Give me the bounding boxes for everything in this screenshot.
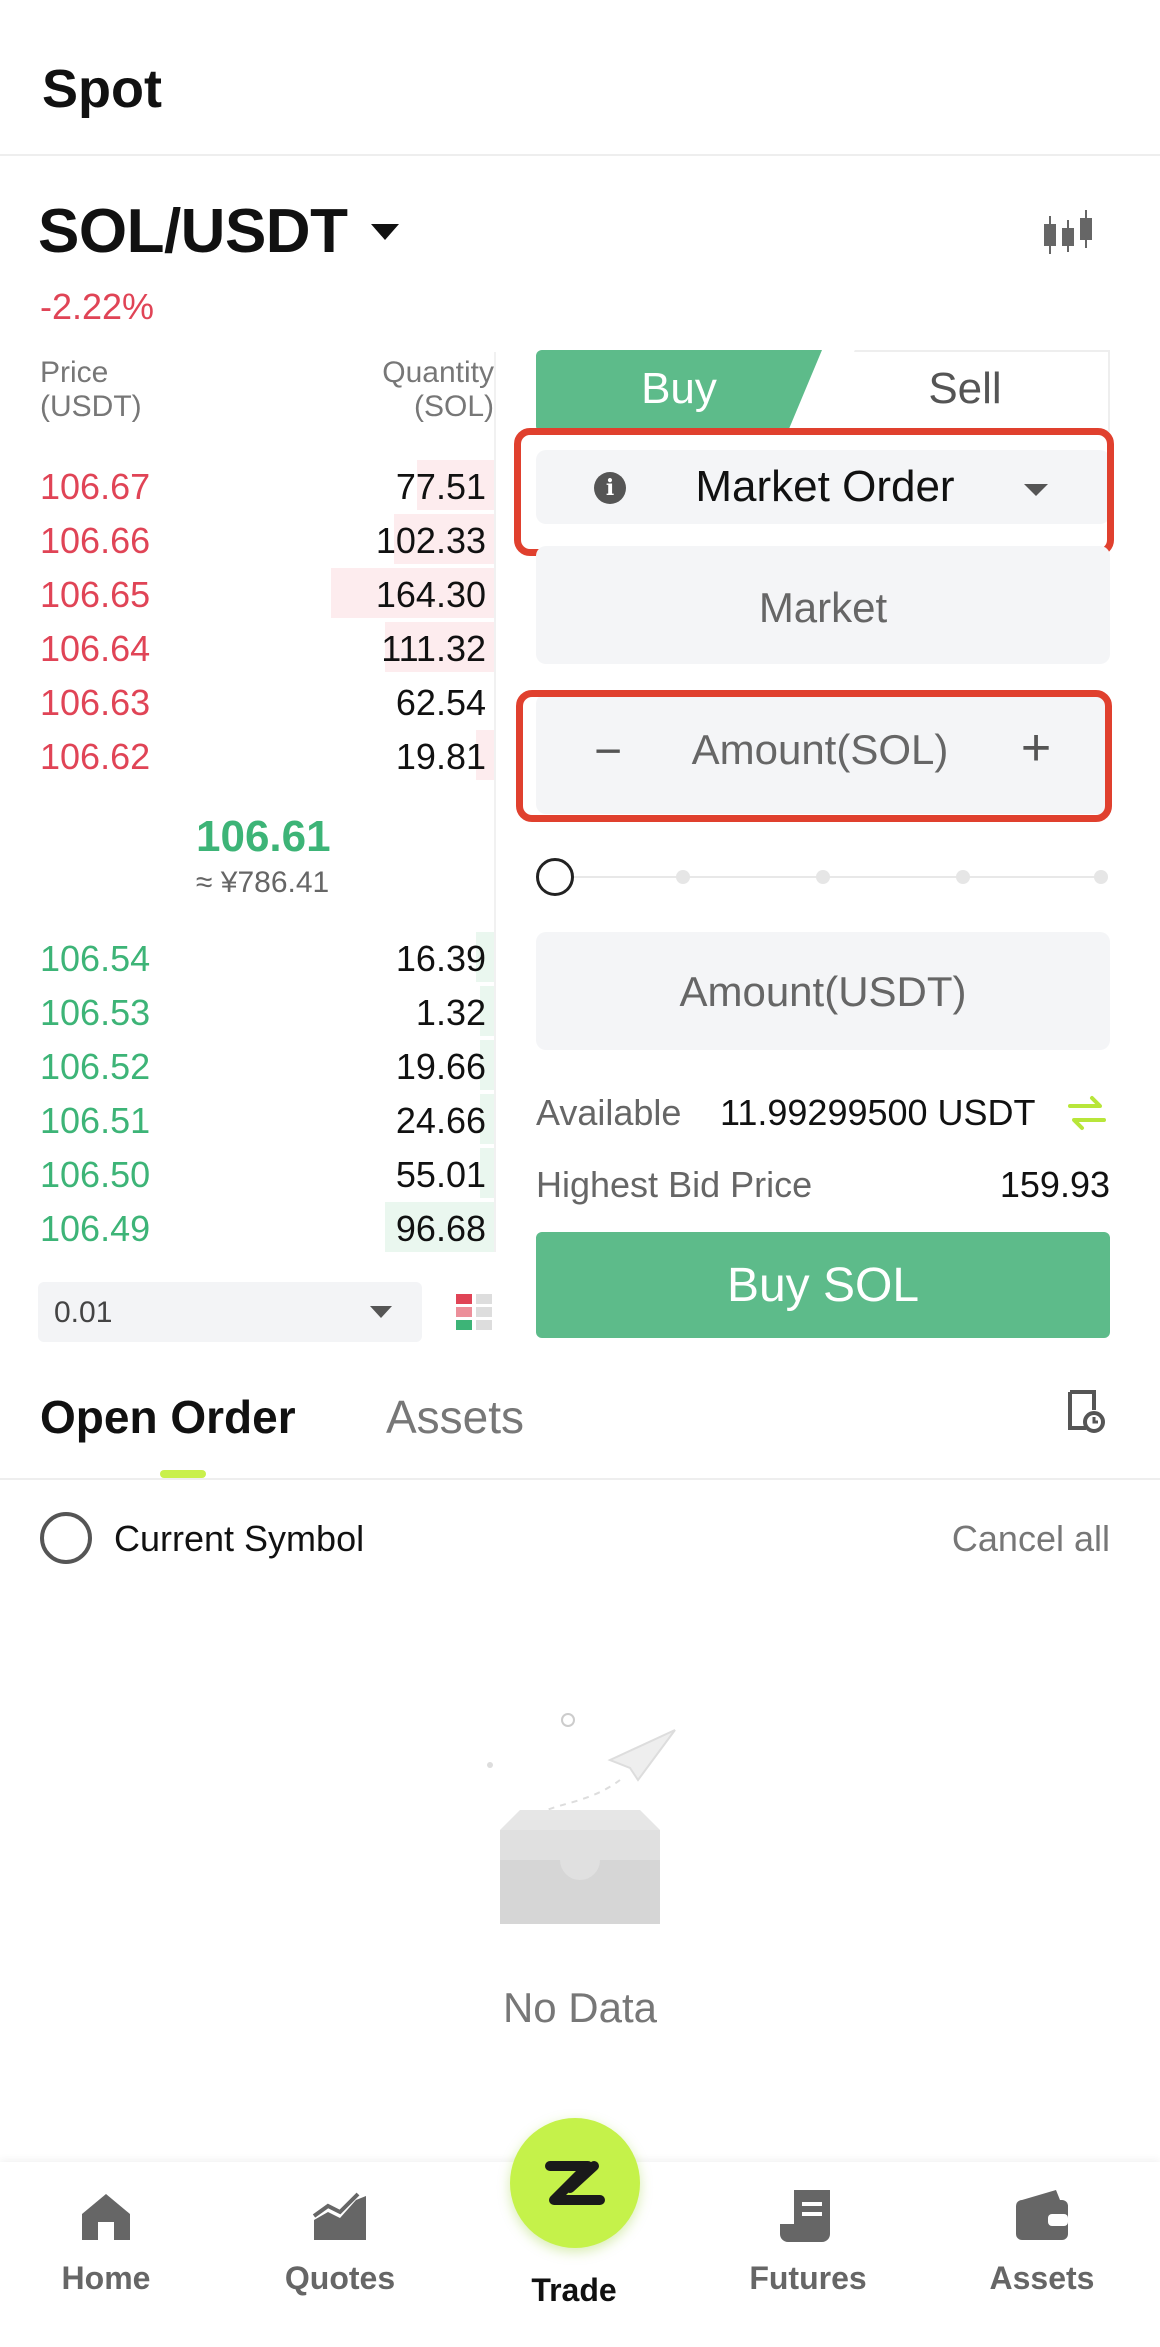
ask-price: 106.67 bbox=[40, 466, 151, 507]
bid-price: 106.52 bbox=[40, 1046, 151, 1087]
price-change: -2.22% bbox=[40, 286, 155, 327]
caret-down-icon bbox=[370, 1306, 392, 1318]
slider-step-75[interactable] bbox=[956, 870, 970, 884]
highest-bid-label: Highest Bid Price bbox=[536, 1164, 813, 1205]
ask-price: 106.63 bbox=[40, 682, 151, 723]
highest-bid-value: 159.93 bbox=[999, 1164, 1110, 1205]
bid-price: 106.53 bbox=[40, 992, 151, 1033]
pair-selector[interactable]: SOL/USDT bbox=[38, 196, 400, 267]
transfer-icon[interactable] bbox=[1066, 1092, 1108, 1134]
bid-row[interactable]: 106.51 24.66 bbox=[40, 1092, 494, 1146]
bid-quantity: 24.66 bbox=[395, 1100, 486, 1141]
slider-step-50[interactable] bbox=[816, 870, 830, 884]
last-price-cny: ≈ ¥786.41 bbox=[196, 866, 330, 899]
nav-quotes-label: Quotes bbox=[284, 2260, 396, 2296]
nav-trade-label: Trade bbox=[531, 2272, 617, 2308]
bid-price: 106.54 bbox=[40, 938, 151, 979]
nav-quotes[interactable]: Quotes bbox=[240, 2186, 440, 2297]
futures-icon bbox=[780, 2190, 830, 2242]
trade-logo-icon bbox=[545, 2161, 605, 2205]
page-title: Spot bbox=[42, 59, 162, 119]
ask-quantity: 102.33 bbox=[375, 520, 486, 561]
bid-quantity: 1.32 bbox=[415, 992, 486, 1033]
bid-row[interactable]: 106.54 16.39 bbox=[40, 930, 494, 984]
cancel-all-button[interactable]: Cancel all bbox=[900, 1518, 1110, 1560]
active-tab-indicator bbox=[160, 1470, 206, 1478]
slider-step-100[interactable] bbox=[1094, 870, 1108, 884]
ask-quantity: 77.51 bbox=[395, 466, 486, 507]
ask-quantity: 19.81 bbox=[395, 736, 486, 777]
bid-quantity: 55.01 bbox=[395, 1154, 486, 1195]
available-value: 11.99299500 USDT bbox=[720, 1092, 1036, 1133]
quantity-header-label: Quantity bbox=[382, 356, 494, 389]
quantity-column-header: Quantity (SOL) bbox=[294, 356, 494, 424]
quantity-header-unit: (SOL) bbox=[413, 390, 494, 423]
depth-precision-value: 0.01 bbox=[54, 1296, 113, 1329]
bid-price: 106.49 bbox=[40, 1208, 151, 1249]
price-header-unit: (USDT) bbox=[40, 390, 142, 423]
chart-icon bbox=[312, 2192, 366, 2240]
orderbook-layout-icon[interactable] bbox=[454, 1292, 494, 1332]
bid-row[interactable]: 106.52 19.66 bbox=[40, 1038, 494, 1092]
ask-row[interactable]: 106.62 19.81 bbox=[40, 728, 494, 782]
ask-quantity: 62.54 bbox=[395, 682, 486, 723]
available-label: Available bbox=[536, 1092, 682, 1133]
ask-price: 106.66 bbox=[40, 520, 151, 561]
caret-down-icon bbox=[371, 223, 400, 240]
amount-usdt-placeholder: Amount(USDT) bbox=[679, 968, 967, 1015]
ask-row[interactable]: 106.64 111.32 bbox=[40, 620, 494, 674]
nav-trade[interactable] bbox=[510, 2118, 640, 2248]
bid-quantity: 16.39 bbox=[395, 938, 486, 979]
ask-row[interactable]: 106.65 164.30 bbox=[40, 566, 494, 620]
empty-state-text: No Data bbox=[502, 1984, 658, 2031]
bid-price: 106.50 bbox=[40, 1154, 151, 1195]
bid-quantity: 96.68 bbox=[395, 1208, 486, 1249]
current-symbol-label: Current Symbol bbox=[114, 1518, 365, 1559]
ask-row[interactable]: 106.66 102.33 bbox=[40, 512, 494, 566]
price-mode-label: Market bbox=[758, 584, 888, 631]
tab-sell-label: Sell bbox=[928, 364, 1002, 413]
bid-quantity: 19.66 bbox=[395, 1046, 486, 1087]
bid-price: 106.51 bbox=[40, 1100, 151, 1141]
highlight-box-order-type bbox=[514, 428, 1114, 556]
tab-assets[interactable]: Assets bbox=[386, 1390, 524, 1444]
nav-home-label: Home bbox=[61, 2260, 151, 2296]
empty-box-icon bbox=[487, 1713, 676, 1924]
last-price: 106.61 bbox=[196, 812, 331, 861]
buy-button-label: Buy SOL bbox=[726, 1259, 920, 1312]
price-header-label: Price bbox=[40, 356, 109, 389]
home-icon bbox=[82, 2194, 130, 2240]
current-symbol-radio[interactable] bbox=[40, 1512, 92, 1564]
percentage-slider[interactable] bbox=[556, 876, 1104, 878]
tab-open-order[interactable]: Open Order bbox=[40, 1390, 296, 1444]
order-history-icon[interactable] bbox=[1066, 1388, 1106, 1434]
ask-row[interactable]: 106.67 77.51 bbox=[40, 458, 494, 512]
section-divider bbox=[0, 1478, 1160, 1480]
bid-row[interactable]: 106.49 96.68 bbox=[40, 1200, 494, 1254]
ask-price: 106.65 bbox=[40, 574, 151, 615]
app-header bbox=[0, 0, 1160, 156]
ask-price: 106.62 bbox=[40, 736, 151, 777]
wallet-icon bbox=[1016, 2190, 1068, 2240]
orderbook-divider bbox=[494, 352, 496, 1252]
nav-futures-label: Futures bbox=[749, 2260, 867, 2296]
nav-assets[interactable]: Assets bbox=[942, 2186, 1142, 2297]
slider-step-25[interactable] bbox=[676, 870, 690, 884]
price-column-header: Price (USDT) bbox=[40, 356, 142, 424]
highlight-box-amount bbox=[516, 690, 1112, 822]
pair-name: SOL/USDT bbox=[38, 197, 348, 266]
bid-row[interactable]: 106.50 55.01 bbox=[40, 1146, 494, 1200]
candlestick-chart-icon[interactable] bbox=[1040, 206, 1096, 262]
ask-price: 106.64 bbox=[40, 628, 151, 669]
ask-row[interactable]: 106.63 62.54 bbox=[40, 674, 494, 728]
bid-row[interactable]: 106.53 1.32 bbox=[40, 984, 494, 1038]
nav-home[interactable]: Home bbox=[6, 2186, 206, 2297]
ask-quantity: 164.30 bbox=[375, 574, 486, 615]
nav-assets-label: Assets bbox=[989, 2260, 1095, 2296]
nav-futures[interactable]: Futures bbox=[708, 2186, 908, 2297]
ask-quantity: 111.32 bbox=[381, 628, 486, 669]
tab-buy-label: Buy bbox=[641, 364, 717, 413]
slider-handle[interactable] bbox=[536, 858, 574, 896]
